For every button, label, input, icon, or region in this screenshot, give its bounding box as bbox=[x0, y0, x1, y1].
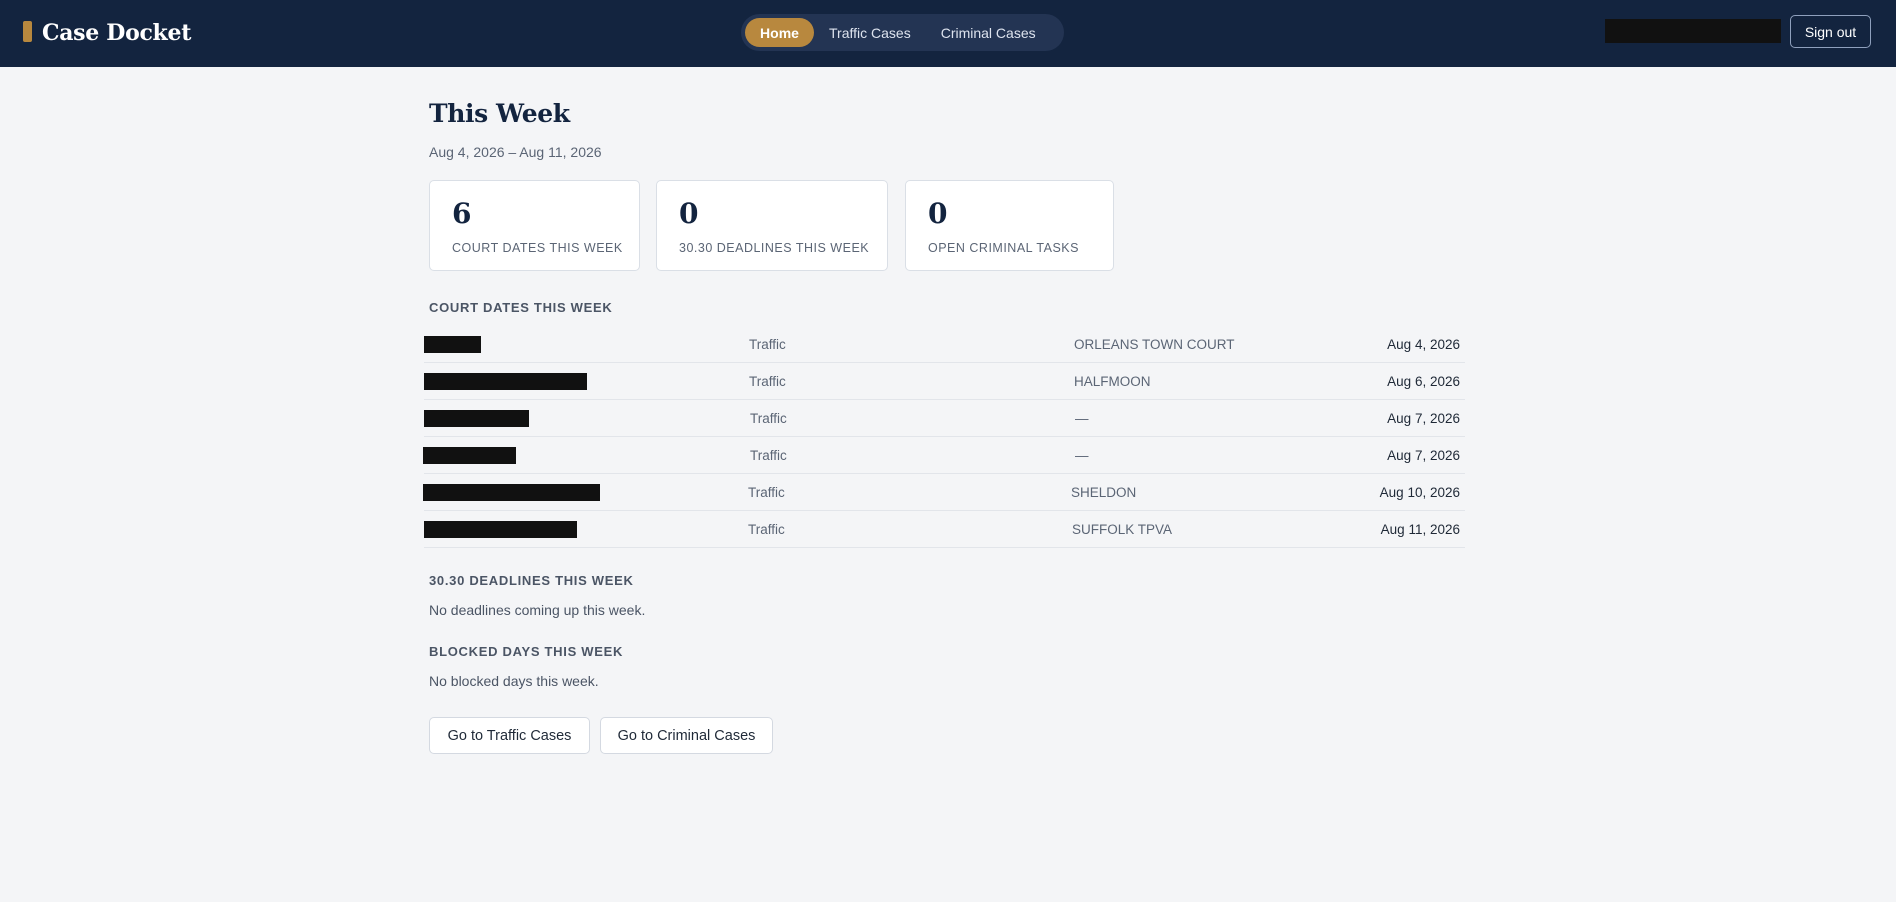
case-type: Traffic bbox=[749, 337, 786, 352]
court-name: ORLEANS TOWN COURT bbox=[1074, 337, 1235, 352]
main-nav: Home Traffic Cases Criminal Cases bbox=[741, 14, 1064, 51]
deadlines-heading: 30.30 DEADLINES THIS WEEK bbox=[429, 573, 634, 588]
stat-value: 0 bbox=[679, 197, 699, 230]
top-navigation-bar: Case Docket Home Traffic Cases Criminal … bbox=[0, 0, 1896, 67]
case-type: Traffic bbox=[748, 485, 785, 500]
table-row[interactable]: Traffic ORLEANS TOWN COURT Aug 4, 2026 bbox=[424, 326, 1465, 363]
blocked-days-empty-message: No blocked days this week. bbox=[429, 673, 599, 689]
table-row[interactable]: Traffic SUFFOLK TPVA Aug 11, 2026 bbox=[424, 511, 1465, 548]
stat-card-criminal-tasks: 0 OPEN CRIMINAL TASKS bbox=[905, 180, 1114, 271]
stat-card-deadlines: 0 30.30 DEADLINES THIS WEEK bbox=[656, 180, 888, 271]
case-type: Traffic bbox=[748, 522, 785, 537]
go-to-criminal-cases-button[interactable]: Go to Criminal Cases bbox=[600, 717, 773, 754]
case-name-redacted bbox=[424, 336, 481, 353]
stat-label: 30.30 DEADLINES THIS WEEK bbox=[679, 241, 870, 255]
tab-traffic-cases[interactable]: Traffic Cases bbox=[814, 18, 926, 47]
court-date: Aug 6, 2026 bbox=[1387, 374, 1460, 389]
sign-out-button[interactable]: Sign out bbox=[1790, 15, 1871, 48]
brand[interactable]: Case Docket bbox=[23, 18, 191, 48]
logo-mark-icon bbox=[23, 20, 32, 42]
case-type: Traffic bbox=[749, 374, 786, 389]
stat-value: 0 bbox=[928, 197, 948, 230]
case-name-redacted bbox=[423, 447, 516, 464]
case-name-redacted bbox=[424, 410, 529, 427]
court-date: Aug 4, 2026 bbox=[1387, 337, 1460, 352]
court-dates-heading: COURT DATES THIS WEEK bbox=[429, 300, 613, 315]
court-name: — bbox=[1075, 411, 1089, 426]
court-date: Aug 10, 2026 bbox=[1379, 485, 1460, 500]
tab-home[interactable]: Home bbox=[745, 18, 814, 47]
stat-label: OPEN CRIMINAL TASKS bbox=[928, 241, 1079, 255]
go-to-traffic-cases-button[interactable]: Go to Traffic Cases bbox=[429, 717, 590, 754]
blocked-days-heading: BLOCKED DAYS THIS WEEK bbox=[429, 644, 624, 659]
tab-criminal-cases[interactable]: Criminal Cases bbox=[926, 18, 1051, 47]
stat-value: 6 bbox=[452, 197, 472, 230]
court-name: HALFMOON bbox=[1074, 374, 1151, 389]
user-identity-redacted bbox=[1605, 19, 1781, 43]
case-name-redacted bbox=[424, 373, 587, 390]
app-title: Case Docket bbox=[42, 20, 192, 46]
case-type: Traffic bbox=[750, 411, 787, 426]
date-range: Aug 4, 2026 – Aug 11, 2026 bbox=[429, 144, 602, 160]
court-date: Aug 7, 2026 bbox=[1387, 448, 1460, 463]
page-title: This Week bbox=[429, 99, 570, 128]
case-name-redacted bbox=[423, 484, 600, 501]
court-dates-table: Traffic ORLEANS TOWN COURT Aug 4, 2026 T… bbox=[423, 326, 1465, 548]
table-row[interactable]: Traffic — Aug 7, 2026 bbox=[424, 400, 1465, 437]
stat-card-court-dates: 6 COURT DATES THIS WEEK bbox=[429, 180, 640, 271]
court-name: SUFFOLK TPVA bbox=[1072, 522, 1173, 537]
table-row[interactable]: Traffic — Aug 7, 2026 bbox=[423, 437, 1465, 474]
case-type: Traffic bbox=[750, 448, 787, 463]
court-name: — bbox=[1075, 448, 1089, 463]
table-row[interactable]: Traffic SHELDON Aug 10, 2026 bbox=[423, 474, 1465, 511]
stat-label: COURT DATES THIS WEEK bbox=[452, 241, 623, 255]
court-name: SHELDON bbox=[1071, 485, 1137, 500]
case-name-redacted bbox=[424, 521, 577, 538]
court-date: Aug 11, 2026 bbox=[1380, 522, 1460, 537]
court-date: Aug 7, 2026 bbox=[1387, 411, 1460, 426]
deadlines-empty-message: No deadlines coming up this week. bbox=[429, 602, 646, 618]
table-row[interactable]: Traffic HALFMOON Aug 6, 2026 bbox=[424, 363, 1465, 400]
